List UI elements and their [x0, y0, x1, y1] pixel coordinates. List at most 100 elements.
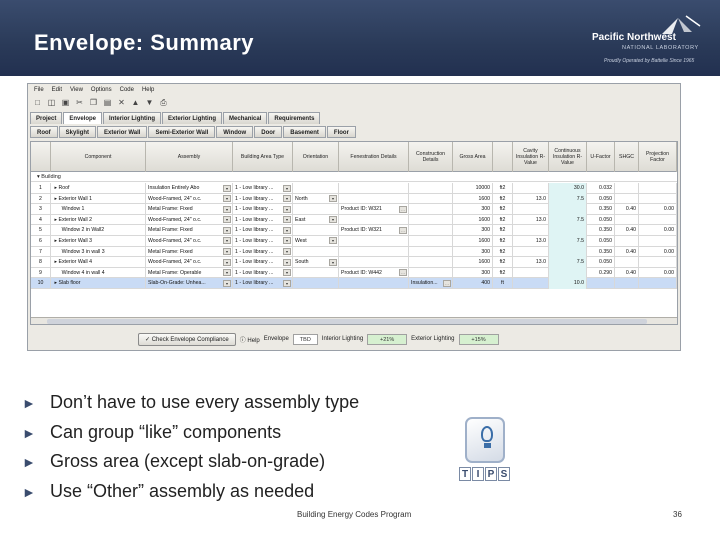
building-group-row[interactable]: ▾ Building	[31, 173, 677, 182]
orientation-cell[interactable]: West ▾	[293, 235, 339, 247]
shgc-cell[interactable]	[615, 257, 639, 268]
table-row[interactable]: 5 Window 2 in Wall2 Metal Frame: Fixed ▾ 1 …	[31, 225, 677, 236]
shgc-cell[interactable]	[615, 193, 639, 205]
gross-area-cell[interactable]: 300	[453, 204, 493, 215]
u-factor-cell[interactable]	[587, 278, 615, 289]
continuous-insulation-cell[interactable]: 7.5	[549, 214, 587, 226]
projection-factor-cell[interactable]	[639, 257, 677, 268]
dropdown-arrow-icon[interactable]: ▾	[223, 205, 231, 213]
dropdown-arrow-icon[interactable]: ▾	[223, 258, 231, 266]
area-type-cell[interactable]: 1 - Low library ... ▾	[233, 235, 293, 247]
assembly-cell[interactable]: Slab-On-Grade: Unhea... ▾	[146, 278, 233, 289]
projection-factor-cell[interactable]	[639, 278, 677, 289]
row-number-cell[interactable]: 8	[31, 257, 51, 268]
horizontal-scrollbar[interactable]	[31, 317, 677, 324]
component-cell[interactable]: ▸ Slab floor	[51, 278, 146, 289]
gross-area-cell[interactable]: 300	[453, 267, 493, 279]
table-row[interactable]: 9 Window 4 in wall 4 Metal Frame: Operabl…	[31, 267, 677, 279]
construction-cell[interactable]	[409, 235, 453, 247]
assembly-cell[interactable]: Wood-Framed, 24" o.c. ▾	[146, 257, 233, 268]
add-door-button[interactable]: Door	[254, 126, 283, 138]
ellipsis-icon[interactable]: …	[399, 205, 407, 213]
orientation-cell[interactable]	[293, 183, 339, 194]
gross-area-cell[interactable]: 10000	[453, 183, 493, 194]
assembly-cell[interactable]: Metal Frame: Fixed ▾	[146, 204, 233, 215]
assembly-cell[interactable]: Wood-Framed, 24" o.c. ▾	[146, 193, 233, 205]
unit-cell[interactable]: ft2	[493, 225, 513, 236]
dropdown-arrow-icon[interactable]: ▾	[223, 237, 231, 245]
menu-help[interactable]: Help	[142, 87, 154, 93]
add-exterior-wall-button[interactable]: Exterior Wall	[97, 126, 148, 138]
orientation-cell[interactable]	[293, 246, 339, 258]
gross-area-cell[interactable]: 300	[453, 225, 493, 236]
construction-cell[interactable]: Insulation...…	[409, 278, 453, 289]
shgc-cell[interactable]	[615, 235, 639, 247]
area-type-cell[interactable]: 1 - Low library ... ▾	[233, 246, 293, 258]
component-cell[interactable]: ▸ Exterior Wall 3	[51, 235, 146, 247]
gross-area-cell[interactable]: 1600	[453, 257, 493, 268]
col-component[interactable]: Component	[51, 142, 146, 172]
table-row[interactable]: 3 Window 1 Metal Frame: Fixed ▾ 1 - Low lib…	[31, 204, 677, 215]
unit-cell[interactable]: ft2	[493, 204, 513, 215]
gross-area-cell[interactable]: 300	[453, 246, 493, 258]
component-cell[interactable]: Window 1	[51, 204, 146, 215]
dropdown-arrow-icon[interactable]: ▾	[329, 237, 337, 245]
unit-cell[interactable]: ft2	[493, 183, 513, 194]
paste-icon[interactable]: ▤	[102, 98, 113, 108]
gross-area-cell[interactable]: 1600	[453, 214, 493, 226]
dropdown-arrow-icon[interactable]: …	[443, 279, 451, 287]
table-row[interactable]: 2 ▸ Exterior Wall 1 Wood-Framed, 24" o.c.…	[31, 193, 677, 205]
col-orientation[interactable]: Orientation	[293, 142, 339, 172]
component-cell[interactable]: Window 2 in Wall2	[51, 225, 146, 236]
orientation-cell[interactable]: South ▾	[293, 257, 339, 268]
menu-view[interactable]: View	[70, 87, 83, 93]
fenestration-cell[interactable]	[339, 278, 409, 289]
table-row[interactable]: 1 ▸ Roof Insulation Entirely Abo ▾ 1 - Low …	[31, 183, 677, 194]
orientation-cell[interactable]: East ▾	[293, 214, 339, 226]
dropdown-arrow-icon[interactable]: ▾	[223, 216, 231, 224]
gross-area-cell[interactable]: 400	[453, 278, 493, 289]
area-type-cell[interactable]: 1 - Low library ... ▾	[233, 257, 293, 268]
dropdown-arrow-icon[interactable]: ▾	[283, 184, 291, 192]
assembly-cell[interactable]: Metal Frame: Fixed ▾	[146, 225, 233, 236]
area-type-cell[interactable]: 1 - Low library ... ▾	[233, 278, 293, 289]
table-row[interactable]: 4 ▸ Exterior Wall 2 Wood-Framed, 24" o.c.…	[31, 214, 677, 226]
save-icon[interactable]: ▣	[60, 98, 71, 108]
unit-cell[interactable]: ft2	[493, 257, 513, 268]
tab-project[interactable]: Project	[30, 112, 63, 124]
fenestration-cell[interactable]	[339, 193, 409, 205]
col-projection-factor[interactable]: Projection Factor	[639, 142, 677, 172]
copy-icon[interactable]: ❐	[88, 98, 99, 108]
fenestration-cell[interactable]: Product ID: W321…	[339, 225, 409, 236]
table-row[interactable]: 10 ▸ Slab floor Slab-On-Grade: Unhea... ▾ 1…	[31, 278, 677, 289]
unit-cell[interactable]: ft2	[493, 267, 513, 279]
construction-cell[interactable]	[409, 183, 453, 194]
assembly-cell[interactable]: Insulation Entirely Abo ▾	[146, 183, 233, 194]
component-cell[interactable]: ▸ Roof	[51, 183, 146, 194]
fenestration-cell[interactable]	[339, 235, 409, 247]
dropdown-arrow-icon[interactable]: ▾	[283, 205, 291, 213]
add-semi-exterior-wall-button[interactable]: Semi-Exterior Wall	[148, 126, 216, 138]
area-type-cell[interactable]: 1 - Low library ... ▾	[233, 193, 293, 205]
help-link[interactable]: ⓘ Help	[240, 335, 260, 344]
projection-factor-cell[interactable]: 0.00	[639, 225, 677, 236]
component-cell[interactable]: ▸ Exterior Wall 1	[51, 193, 146, 205]
dropdown-arrow-icon[interactable]: ▾	[283, 279, 291, 287]
row-number-cell[interactable]: 5	[31, 225, 51, 236]
dropdown-arrow-icon[interactable]: ▾	[329, 195, 337, 203]
tab-exterior-lighting[interactable]: Exterior Lighting	[162, 112, 223, 124]
assembly-cell[interactable]: Wood-Framed, 24" o.c. ▾	[146, 235, 233, 247]
unit-cell[interactable]: ft	[493, 278, 513, 289]
row-number-cell[interactable]: 4	[31, 214, 51, 226]
cavity-insulation-cell[interactable]	[513, 204, 549, 215]
row-number-cell[interactable]: 6	[31, 235, 51, 247]
cavity-insulation-cell[interactable]	[513, 278, 549, 289]
area-type-cell[interactable]: 1 - Low library ... ▾	[233, 214, 293, 226]
add-roof-button[interactable]: Roof	[30, 126, 58, 138]
unit-cell[interactable]: ft2	[493, 246, 513, 258]
cavity-insulation-cell[interactable]	[513, 183, 549, 194]
gross-area-cell[interactable]: 1600	[453, 193, 493, 205]
dropdown-arrow-icon[interactable]: ▾	[283, 248, 291, 256]
u-factor-cell[interactable]: 0.350	[587, 225, 615, 236]
orientation-cell[interactable]	[293, 225, 339, 236]
